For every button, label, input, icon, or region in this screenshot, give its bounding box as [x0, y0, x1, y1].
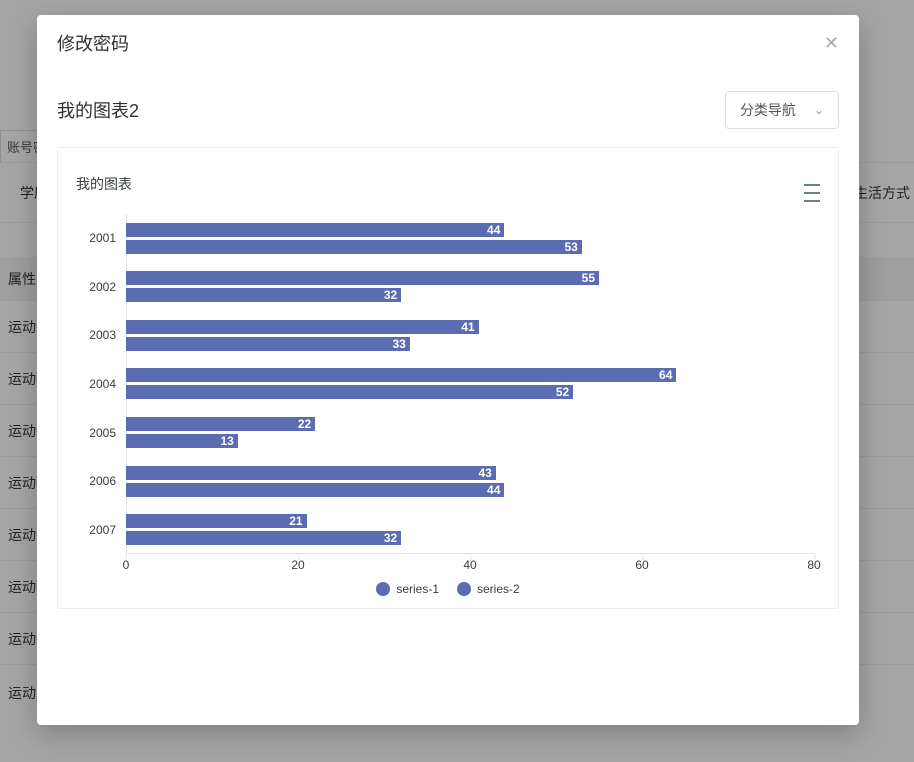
chart-bar[interactable]: 64 — [126, 368, 676, 382]
panel-header: 我的图表2 分类导航 ⌄ — [57, 81, 839, 147]
chart-bar-value: 41 — [461, 320, 474, 334]
chart-y-label: 2002 — [76, 280, 116, 294]
legend-swatch — [376, 582, 390, 596]
chart-y-label: 2003 — [76, 328, 116, 342]
chart-category-group: 20034133 — [126, 311, 814, 360]
chart-bar-value: 43 — [478, 466, 491, 480]
legend-item-series-1[interactable]: series-1 — [376, 582, 439, 596]
legend-label: series-1 — [396, 582, 439, 596]
chart-x-axis: 020406080 — [126, 554, 814, 576]
chart-bar[interactable]: 52 — [126, 385, 573, 399]
chart-category-group: 20064344 — [126, 457, 814, 506]
chart-bar-value: 44 — [487, 223, 500, 237]
chart-bar[interactable]: 33 — [126, 337, 410, 351]
chart-x-tick: 80 — [807, 558, 820, 572]
chart-x-tick: 40 — [463, 558, 476, 572]
chart-category-group: 20025532 — [126, 263, 814, 312]
chart-x-tick: 60 — [635, 558, 648, 572]
chart-bar[interactable]: 53 — [126, 240, 582, 254]
chart-bar-value: 44 — [487, 483, 500, 497]
chart-category-group: 20046452 — [126, 360, 814, 409]
category-nav-label: 分类导航 — [740, 100, 796, 120]
chart-bar-value: 52 — [556, 385, 569, 399]
chart-bar[interactable]: 43 — [126, 466, 496, 480]
chart-bar[interactable]: 32 — [126, 531, 401, 545]
chart-y-label: 2007 — [76, 523, 116, 537]
chart-bar[interactable]: 44 — [126, 223, 504, 237]
close-icon[interactable]: ✕ — [824, 34, 839, 52]
chart-bar-value: 13 — [220, 434, 233, 448]
chart-bar-value: 32 — [384, 531, 397, 545]
chart-bar[interactable]: 44 — [126, 483, 504, 497]
chart-bar[interactable]: 41 — [126, 320, 479, 334]
chart-bar-value: 21 — [289, 514, 302, 528]
chart-title: 我的图表 — [76, 174, 132, 194]
panel-title: 我的图表2 — [57, 97, 139, 123]
chart-plot-area: 2001445320025532200341332004645220052213… — [126, 214, 814, 554]
chevron-down-icon: ⌄ — [814, 103, 824, 117]
modal-title: 修改密码 — [57, 30, 129, 56]
chart-x-tick: 20 — [291, 558, 304, 572]
chart-y-label: 2004 — [76, 377, 116, 391]
chart-bar-value: 33 — [392, 337, 405, 351]
chart-bar-value: 22 — [298, 417, 311, 431]
legend-swatch — [457, 582, 471, 596]
legend-item-series-2[interactable]: series-2 — [457, 582, 520, 596]
chart-y-label: 2006 — [76, 474, 116, 488]
modal-header: 修改密码 ✕ — [37, 15, 859, 71]
chart-category-group: 20052213 — [126, 408, 814, 457]
chart-menu-icon[interactable] — [798, 166, 820, 202]
chart-bar[interactable]: 13 — [126, 434, 238, 448]
chart-bar-value: 53 — [564, 240, 577, 254]
chart-y-label: 2005 — [76, 426, 116, 440]
chart-legend: series-1 series-2 — [76, 582, 820, 596]
chart-category-group: 20014453 — [126, 214, 814, 263]
chart-x-tick: 0 — [123, 558, 130, 572]
chart-y-label: 2001 — [76, 231, 116, 245]
change-password-modal: 修改密码 ✕ 我的图表2 分类导航 ⌄ 我的图表 2001 44 53 2002 55 3… — [37, 15, 859, 725]
chart-category-group: 20072132 — [126, 505, 814, 554]
legend-label: series-2 — [477, 582, 520, 596]
chart-bar-value: 55 — [582, 271, 595, 285]
chart-card: 我的图表 20014453200255322003413320046452200… — [57, 147, 839, 609]
chart-bar[interactable]: 55 — [126, 271, 599, 285]
category-nav-dropdown[interactable]: 分类导航 ⌄ — [725, 91, 839, 129]
chart-bar[interactable]: 32 — [126, 288, 401, 302]
chart-bar[interactable]: 21 — [126, 514, 307, 528]
chart-bar-value: 32 — [384, 288, 397, 302]
chart-bar[interactable]: 22 — [126, 417, 315, 431]
chart-bar-value: 64 — [659, 368, 672, 382]
modal-body: 我的图表2 分类导航 ⌄ 我的图表 2001 44 53 2002 55 32 2003 41… — [37, 71, 859, 725]
